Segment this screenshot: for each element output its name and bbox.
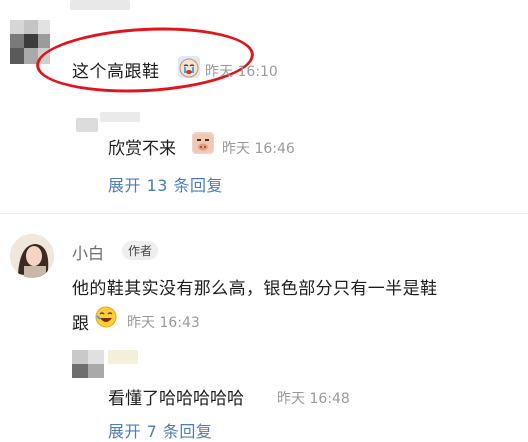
author-badge: 作者 bbox=[122, 241, 159, 260]
comment-text: 这个高跟鞋 bbox=[72, 62, 160, 82]
expand-replies-link[interactable]: 展开 13 条回复 bbox=[108, 172, 223, 196]
comment-text-line-1: 他的鞋其实没有那么高，银色部分只有一半是鞋 bbox=[72, 279, 438, 299]
crying-emoji-icon bbox=[178, 56, 200, 78]
author-name[interactable]: 小白 bbox=[72, 240, 104, 264]
reply-text: 看懂了哈哈哈哈哈 bbox=[108, 389, 244, 409]
blurred-reply-name bbox=[108, 350, 138, 364]
blurred-reply-name bbox=[100, 112, 140, 122]
expand-replies-link[interactable]: 展开 7 条回复 bbox=[108, 418, 212, 442]
reply-time: 昨天 16:46 bbox=[222, 141, 295, 157]
blurred-reply-avatar bbox=[72, 350, 104, 378]
divider bbox=[0, 213, 528, 214]
reply-text: 欣赏不来 bbox=[108, 139, 176, 159]
comment-text-line-2: 跟 bbox=[72, 314, 90, 334]
reply-time: 昨天 16:48 bbox=[277, 391, 350, 407]
blurred-name bbox=[70, 0, 130, 10]
avatar[interactable] bbox=[10, 234, 54, 278]
comment-time: 昨天 16:43 bbox=[127, 315, 200, 331]
blurred-reply-avatar bbox=[76, 118, 98, 132]
laughing-emoji-icon bbox=[95, 306, 117, 328]
pig-emoji-icon bbox=[192, 132, 214, 154]
comment-time: 昨天 16:10 bbox=[205, 64, 278, 80]
